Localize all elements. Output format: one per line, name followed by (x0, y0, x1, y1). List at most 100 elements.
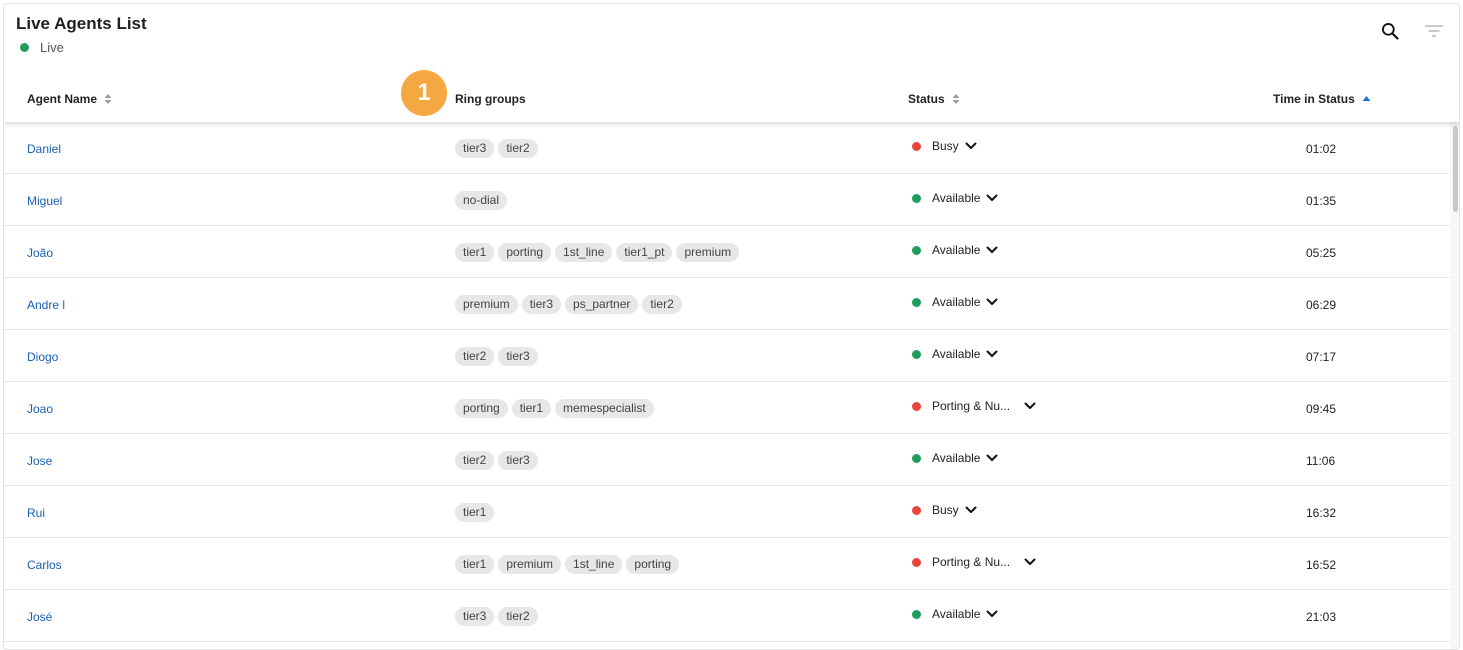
column-label: Time in Status (1273, 92, 1355, 106)
agent-name-link[interactable]: Diogo (27, 350, 58, 364)
column-label: Agent Name (27, 92, 98, 106)
status-dot (912, 557, 921, 567)
status-label: Available (932, 607, 981, 621)
agents-table-body: Daniel tier3 tier2 Busy 01:02 Miguel no-dial Av… (4, 122, 1450, 642)
filter-button[interactable] (1421, 18, 1447, 44)
scrollbar[interactable] (1450, 122, 1459, 649)
ring-groups: tier1 (455, 503, 498, 522)
ring-groups: tier2 tier3 (455, 451, 542, 470)
search-button[interactable] (1377, 18, 1403, 44)
table-row: Daniel tier3 tier2 Busy 01:02 (4, 122, 1450, 174)
table-row: Andre l premium tier3 ps_partner tier2 Availa… (4, 278, 1450, 330)
ring-groups: no-dial (455, 191, 511, 210)
agent-name-link[interactable]: Miguel (27, 194, 62, 208)
table-row: Rui tier1 Busy 16:32 (4, 486, 1450, 538)
status-dropdown[interactable]: Available (912, 191, 998, 205)
chevron-down-icon (986, 610, 998, 618)
ring-group-chip: tier1 (455, 243, 495, 262)
table-row: Carlos tier1 premium 1st_line porting Porting… (4, 538, 1450, 590)
filter-icon (1425, 25, 1443, 37)
status-dropdown[interactable]: Available (912, 607, 998, 621)
ring-groups: tier3 tier2 (455, 607, 542, 626)
status-label: Busy (932, 503, 959, 517)
ring-group-chip: premium (498, 555, 562, 574)
time-in-status: 06:29 (1306, 298, 1337, 312)
ring-group-chip: 1st_line (555, 243, 613, 262)
sort-icon (104, 93, 112, 105)
status-label: Porting & Nu... (932, 399, 1011, 413)
time-in-status: 09:45 (1306, 402, 1337, 416)
ring-group-chip: premium (676, 243, 740, 262)
table-row: José tier3 tier2 Available 21:03 (4, 590, 1450, 642)
chevron-down-icon (965, 142, 977, 150)
ring-group-chip: tier1 (511, 399, 552, 418)
column-label: Status (908, 92, 945, 106)
table-row: Joao porting tier1 memespecialist Porting & … (4, 382, 1450, 434)
ring-groups: premium tier3 ps_partner tier2 (455, 295, 686, 314)
ring-groups: porting tier1 memespecialist (455, 399, 658, 418)
ring-group-chip: tier2 (455, 347, 495, 366)
ring-group-chip: no-dial (455, 191, 508, 210)
status-dot (912, 505, 921, 515)
agent-name-link[interactable]: João (27, 246, 53, 260)
ring-group-chip: 1st_line (565, 555, 623, 574)
status-dot (912, 245, 921, 255)
status-dropdown[interactable]: Busy (912, 503, 977, 517)
time-in-status: 21:03 (1306, 610, 1337, 624)
time-in-status: 01:02 (1306, 142, 1337, 156)
agent-name-link[interactable]: Rui (27, 506, 45, 520)
column-header-status[interactable]: Status (908, 92, 960, 106)
ring-group-chip: premium (455, 295, 518, 314)
status-label: Porting & Nu... (932, 555, 1011, 569)
agent-name-link[interactable]: Daniel (27, 142, 61, 156)
chevron-down-icon (1024, 402, 1036, 410)
status-dot (912, 141, 921, 151)
ring-group-chip: tier2 (498, 139, 538, 158)
chevron-down-icon (986, 454, 998, 462)
live-indicator: Live (20, 40, 64, 55)
status-label: Available (932, 191, 981, 205)
column-header-agent-name[interactable]: Agent Name (27, 92, 112, 106)
ring-group-chip: tier2 (642, 295, 682, 314)
table-row: Diogo tier2 tier3 Available 07:17 (4, 330, 1450, 382)
status-dropdown[interactable]: Available (912, 347, 998, 361)
scrollbar-thumb[interactable] (1453, 126, 1458, 212)
search-icon (1382, 23, 1399, 40)
status-dropdown[interactable]: Busy (912, 139, 977, 153)
status-dropdown[interactable]: Available (912, 243, 998, 257)
ring-groups: tier2 tier3 (455, 347, 542, 366)
status-dropdown[interactable]: Available (912, 295, 998, 309)
agent-name-link[interactable]: Jose (27, 454, 52, 468)
status-dropdown[interactable]: Porting & Nu... (912, 399, 1036, 413)
column-header-ring-groups: Ring groups (455, 92, 526, 106)
ring-group-chip: ps_partner (565, 295, 639, 314)
agent-name-link[interactable]: Andre l (27, 298, 65, 312)
step-badge: 1 (401, 70, 447, 116)
table-row: Jose tier2 tier3 Available 11:06 (4, 434, 1450, 486)
agent-name-link[interactable]: Carlos (27, 558, 62, 572)
chevron-down-icon (965, 506, 977, 514)
status-dropdown[interactable]: Available (912, 451, 998, 465)
ring-groups: tier3 tier2 (455, 139, 542, 158)
live-agents-panel: Live Agents List Live 1 Agent Name Ring … (3, 3, 1460, 650)
sort-ascending-icon (1362, 95, 1371, 103)
column-header-time-in-status[interactable]: Time in Status (1273, 92, 1371, 106)
ring-group-chip: memespecialist (555, 399, 654, 418)
chevron-down-icon (1024, 558, 1036, 566)
status-dot (912, 193, 921, 203)
ring-group-chip: tier3 (498, 347, 538, 366)
chevron-down-icon (986, 194, 998, 202)
status-dropdown[interactable]: Porting & Nu... (912, 555, 1036, 569)
status-label: Available (932, 347, 981, 361)
ring-groups: tier1 premium 1st_line porting (455, 555, 683, 574)
table-header: Agent Name Ring groups Status Time in St… (4, 80, 1459, 122)
live-label: Live (40, 40, 64, 55)
agent-name-link[interactable]: Joao (27, 402, 53, 416)
ring-groups: tier1 porting 1st_line tier1_pt premium (455, 243, 743, 262)
ring-group-chip: tier2 (455, 451, 495, 470)
ring-group-chip: porting (626, 555, 680, 574)
time-in-status: 16:32 (1306, 506, 1337, 520)
agent-name-link[interactable]: José (27, 610, 52, 624)
chevron-down-icon (986, 350, 998, 358)
status-dot (912, 297, 921, 307)
